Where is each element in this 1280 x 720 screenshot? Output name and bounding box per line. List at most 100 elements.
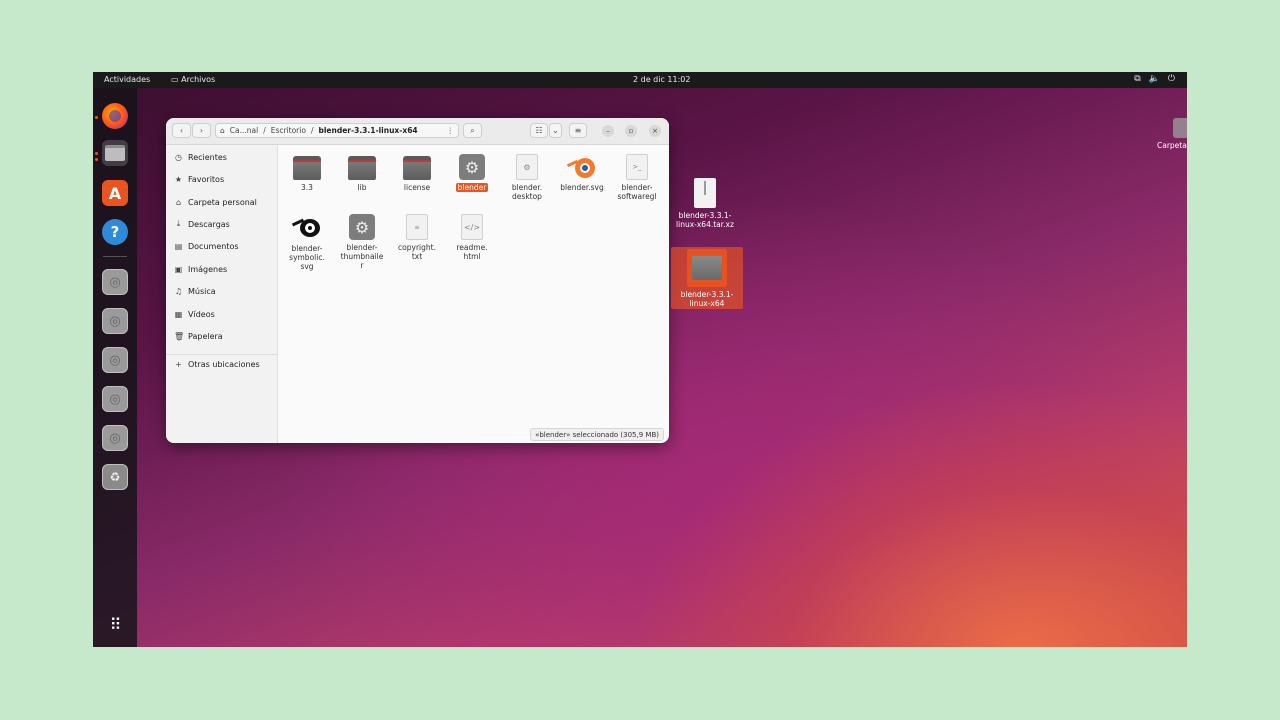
blender-logo-icon [566,152,597,180]
desktop-item-partial[interactable]: Carpeta [1148,118,1187,150]
file-item[interactable]: ⚙ blender- thumbnaile r [335,214,389,270]
file-item[interactable]: 3.3 [280,156,334,192]
app-name: Archivos [181,75,216,84]
trash-icon[interactable]: ♻ [102,464,128,490]
desktop-item-label: blender-3.3.1- linux-x64.tar.xz [676,211,734,229]
folder-icon [348,156,376,180]
file-name: 3.3 [301,183,313,192]
path-bar[interactable]: ⌂ Ca...nal / Escritorio / blender-3.3.1-… [215,123,459,138]
drive-icon[interactable]: ◎ [102,269,128,295]
menu-button[interactable]: ≡ [569,123,587,138]
sidebar-item-documentos[interactable]: ▤ Documentos [174,239,239,253]
desktop-item-label: blender-3.3.1- linux-x64 [680,290,734,308]
forward-button[interactable]: › [192,123,211,138]
files-app-icon[interactable] [102,140,128,166]
view-options-button[interactable]: ⌄ [549,123,562,138]
drive-icon[interactable]: ◎ [102,308,128,334]
sidebar-item-otras-ubicaciones[interactable]: + Otras ubicaciones [174,357,260,371]
file-name: blender- thumbnaile r [340,243,384,270]
sidebar-item-carpeta-personal[interactable]: ⌂ Carpeta personal [174,195,257,209]
gear-icon: ⚙ [459,154,485,180]
folder-icon [403,156,431,180]
sidebar-item-label: Documentos [188,241,239,251]
drive-icon[interactable]: ◎ [102,347,128,373]
text-file-icon: ≡ [406,214,428,240]
minimize-icon: – [606,127,610,135]
sidebar-item-label: Vídeos [188,309,215,319]
search-button[interactable]: ⌕ [463,123,482,138]
music-icon: ♫ [174,286,183,296]
minimize-button[interactable]: – [602,125,614,137]
folder-icon: ▭ [171,75,179,84]
file-item[interactable]: blender.svg [555,152,609,192]
show-apps-icon[interactable]: ⠿ [102,611,128,637]
maximize-button[interactable]: ▫ [625,125,637,137]
video-icon: ▦ [174,309,183,319]
chevron-right-icon: › [199,126,204,135]
sidebar-item-musica[interactable]: ♫ Música [174,284,216,298]
sidebar-item-label: Favoritos [188,174,225,184]
clock[interactable]: 2 de dic 11:02 [633,75,690,84]
status-bar: «blender» seleccionado (305,9 MB) [530,428,664,441]
system-tray[interactable]: ⧉ 🔈 ⏻ [1134,74,1175,84]
desktop-file-icon: ⚙ [516,154,538,180]
view-list-button[interactable]: ☷ [530,123,548,138]
help-icon[interactable]: ? [102,219,128,245]
drive-icon[interactable]: ◎ [102,425,128,451]
network-icon[interactable]: ⧉ [1134,74,1140,84]
sidebar-item-videos[interactable]: ▦ Vídeos [174,307,215,321]
desktop-item[interactable]: blender-3.3.1- linux-x64.tar.xz [673,178,737,229]
file-name: blender. desktop [511,183,543,201]
sidebar: ◷ Recientes ★ Favoritos ⌂ Carpeta personal … [166,145,278,443]
back-button[interactable]: ‹ [172,123,191,138]
clock-icon: ◷ [175,152,182,162]
file-item[interactable]: blender- symbolic. svg [280,211,334,271]
path-separator: / [263,126,266,135]
sidebar-item-label: Papelera [188,331,223,341]
file-item[interactable]: lib [335,156,389,192]
file-name: lib [357,183,367,192]
path-current[interactable]: blender-3.3.1-linux-x64 [318,126,417,135]
sidebar-item-label: Imágenes [188,264,228,274]
file-name: readme. html [456,243,488,261]
path-home[interactable]: Ca...nal [230,126,258,135]
activities-button[interactable]: Actividades [104,75,150,84]
folder-icon [1173,118,1187,138]
desktop-item-label: Carpeta [1157,141,1187,150]
file-item[interactable]: license [390,156,444,192]
list-view-icon: ☷ [535,126,543,135]
close-button[interactable]: × [649,125,661,137]
home-icon: ⌂ [220,126,225,135]
desktop-item-selected[interactable]: blender-3.3.1- linux-x64 [671,247,743,309]
more-icon[interactable]: ⋮ [447,126,455,135]
sidebar-item-papelera[interactable]: 🗑 Papelera [174,329,223,343]
sidebar-item-imagenes[interactable]: ▣ Imágenes [174,262,228,276]
script-icon: >_ [626,154,648,180]
volume-icon[interactable]: 🔈 [1149,74,1160,84]
home-icon: ⌂ [175,197,182,207]
app-menu[interactable]: ▭ Archivos [171,75,215,84]
file-item[interactable]: >_ blender- softwaregl [610,154,664,201]
file-name: blender- symbolic. svg [289,244,325,271]
sidebar-item-descargas[interactable]: ⤓ Descargas [174,217,230,231]
file-name: blender [455,183,489,192]
path-desktop[interactable]: Escritorio [271,126,306,135]
drive-icon[interactable]: ◎ [102,386,128,412]
file-manager-window: ‹ › ⌂ Ca...nal / Escritorio / blender-3.… [166,118,669,443]
file-item[interactable]: </> readme. html [445,214,499,261]
image-icon: ▣ [174,264,183,274]
file-name: copyright. txt [398,243,436,261]
power-icon[interactable]: ⏻ [1168,74,1175,84]
firefox-icon[interactable] [102,103,128,129]
sidebar-item-recientes[interactable]: ◷ Recientes [174,150,227,164]
blender-symbolic-icon [291,211,322,241]
file-item-selected[interactable]: ⚙ blender [445,154,499,192]
folder-icon [687,249,727,287]
file-item[interactable]: ⚙ blender. desktop [500,154,554,201]
trash-icon: 🗑 [174,331,185,341]
path-separator: / [310,126,314,135]
file-item[interactable]: ≡ copyright. txt [390,214,444,261]
app-center-icon[interactable]: A [102,180,128,206]
sidebar-item-label: Carpeta personal [188,197,257,207]
sidebar-item-favoritos[interactable]: ★ Favoritos [174,172,224,186]
